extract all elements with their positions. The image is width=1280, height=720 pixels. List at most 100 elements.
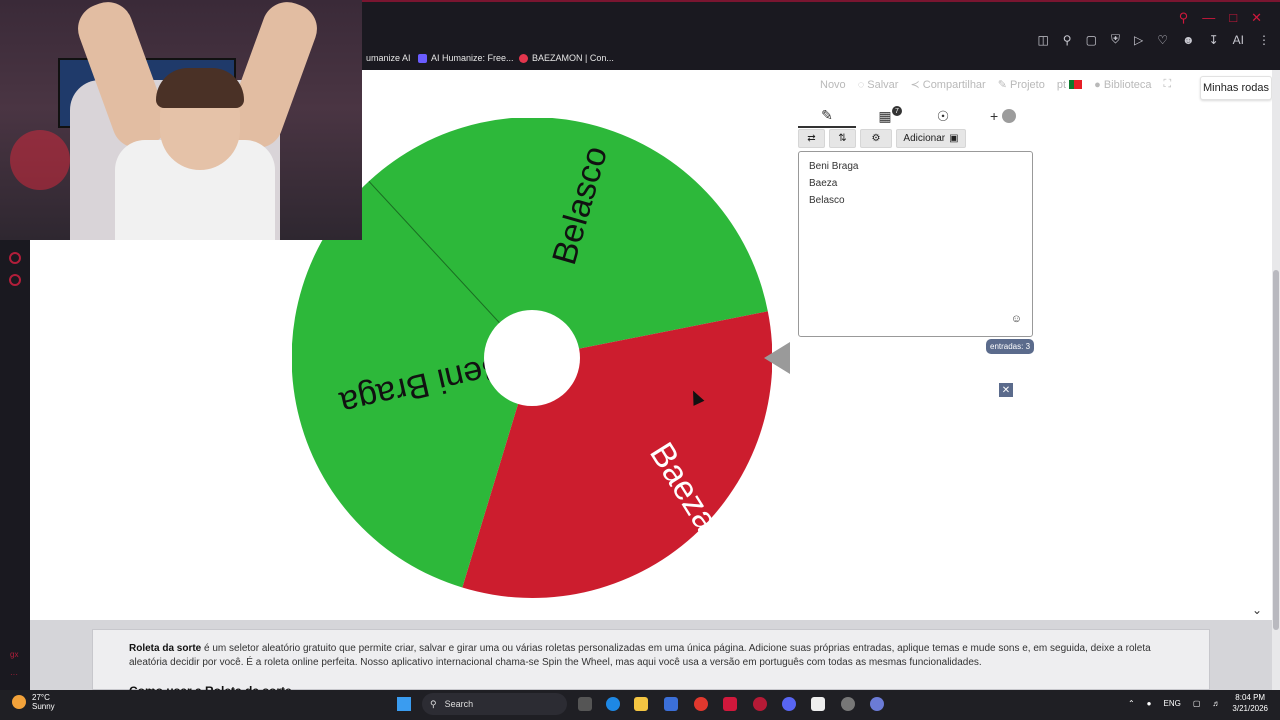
menu-icon[interactable]: ⋮ (1258, 33, 1270, 47)
file-explorer-icon[interactable] (634, 697, 648, 711)
gx-icon[interactable]: gx (10, 650, 18, 659)
ai-button[interactable]: AI (1233, 33, 1244, 47)
entry-line: Belasco (809, 195, 845, 206)
app-icon[interactable] (723, 697, 737, 711)
system-tray: ⌃ ● ENG ▢ ♬ 8:04 PM 3/21/2026 (1128, 692, 1268, 714)
baezamon-icon (519, 53, 528, 63)
project-link[interactable]: ✎ Projeto (998, 78, 1045, 91)
spin-wheel[interactable]: Belasco Baeza Beni Braga (292, 118, 772, 598)
sidebar-toggle-icon[interactable]: ◫ (1037, 33, 1048, 47)
play-icon[interactable]: ▷ (1134, 33, 1143, 47)
close-icon[interactable]: ✕ (1251, 10, 1262, 26)
edge-icon[interactable] (606, 697, 620, 711)
pin-icon[interactable]: ⚲ (1063, 33, 1072, 47)
results-badge: 7 (892, 106, 902, 116)
search-icon[interactable]: ⚲ (1179, 10, 1189, 26)
mic-icon[interactable]: ● (1147, 699, 1152, 708)
chrome-icon[interactable] (694, 697, 708, 711)
volume-icon[interactable]: ♬ (1212, 699, 1220, 708)
project-label: Projeto (1010, 79, 1045, 91)
windows-start-icon[interactable] (397, 697, 411, 711)
entry-line: Beni Braga (809, 161, 859, 172)
humanize-icon (418, 53, 427, 63)
language-select[interactable]: pt (1056, 78, 1083, 91)
chevron-down-icon[interactable]: ⌄ (1252, 603, 1262, 617)
heart-icon[interactable]: ♡ (1157, 33, 1168, 47)
shield-icon[interactable]: ⛨ (1111, 32, 1120, 47)
bookmark-item[interactable]: AI Humanize: Free... (418, 53, 514, 63)
wheel-pointer (764, 342, 790, 374)
maximize-icon[interactable]: □ (1229, 10, 1237, 26)
discord-icon[interactable] (782, 697, 796, 711)
scrollbar-thumb[interactable] (1273, 270, 1279, 630)
tab-add-wheel[interactable]: + (974, 104, 1032, 128)
tab-hidden[interactable]: ☉ (914, 104, 972, 128)
library-link[interactable]: ● Biblioteca (1094, 79, 1151, 91)
capcut-icon[interactable] (811, 697, 825, 711)
pencil-icon: ✎ (821, 106, 833, 123)
opera-gx-icon[interactable] (753, 697, 767, 711)
browser-toolbar: ◫ ⚲ ▢ ⛨ ▷ ♡ ☻ ↧ AI ⋮ (1037, 32, 1270, 47)
profile-icon[interactable]: ☻ (1182, 33, 1195, 47)
taskbar-search[interactable]: ⚲ Search (422, 693, 567, 715)
shuffle-button[interactable]: ⇄ (798, 129, 825, 148)
tab-edit[interactable]: ✎ (798, 104, 856, 128)
bookmark-label: umanize AI (366, 53, 411, 63)
download-icon[interactable]: ↧ (1209, 33, 1219, 47)
save-link[interactable]: ◌ Salvar (858, 79, 899, 91)
chevron-up-icon[interactable]: ⌃ (1128, 699, 1135, 708)
bookmark-item[interactable]: umanize AI (366, 53, 411, 63)
wheel-center[interactable] (484, 310, 580, 406)
clipboard-icon: ▦ (878, 107, 892, 124)
network-icon[interactable]: ▢ (1193, 699, 1201, 708)
close-icon[interactable]: ✕ (999, 383, 1013, 397)
webcam-light (10, 130, 70, 190)
editor-tabs: ✎ ▦ 7 ☉ + (798, 104, 1028, 130)
my-wheels-button[interactable]: Minhas rodas (1200, 76, 1272, 100)
entries-textarea[interactable]: Beni Braga Baeza Belasco ☺ (798, 151, 1033, 337)
keyboard-language[interactable]: ENG (1164, 699, 1181, 708)
steam-icon[interactable] (841, 697, 855, 711)
add-image-label: Adicionar (903, 133, 946, 144)
weather-temp: 27°C (32, 693, 50, 702)
clock-time: 8:04 PM (1235, 693, 1266, 702)
weather-widget[interactable]: 27°C Sunny (12, 693, 55, 711)
clock[interactable]: 8:04 PM 3/21/2026 (1232, 692, 1268, 714)
description-text: é um seletor aleatório gratuito que perm… (129, 643, 1151, 668)
library-label: Biblioteca (1103, 78, 1152, 91)
tab-results[interactable]: ▦ 7 (856, 104, 914, 128)
sun-icon (12, 695, 26, 709)
clock-date: 3/21/2026 (1232, 704, 1268, 713)
minimize-icon[interactable]: — (1202, 10, 1215, 26)
more-icon[interactable]: ··· (10, 670, 18, 679)
entry-line: Baeza (809, 178, 838, 189)
share-label: Compartilhar (922, 79, 986, 91)
webcam-overlay (0, 0, 362, 240)
sort-button[interactable]: ⇅ (829, 129, 856, 148)
sidebar-app-icon[interactable] (9, 252, 21, 264)
store-icon[interactable] (664, 697, 678, 711)
search-icon: ⚲ (430, 698, 437, 709)
share-link[interactable]: ≺ Compartilhar (910, 78, 985, 91)
image-icon: ▣ (949, 133, 959, 144)
save-label: Salvar (867, 78, 899, 91)
add-image-button[interactable]: Adicionar ▣ (896, 129, 966, 148)
obs-icon[interactable] (870, 697, 884, 711)
screenshot-icon[interactable]: ▢ (1086, 33, 1097, 47)
fullscreen-icon[interactable]: ⛶ (1164, 78, 1172, 91)
bookmark-item[interactable]: BAEZAMON | Con... (519, 53, 614, 63)
settings-icon[interactable] (9, 274, 21, 286)
task-view-icon[interactable] (578, 697, 592, 711)
top-nav: Novo ◌ Salvar ≺ Compartilhar ✎ Projeto p… (820, 78, 1171, 91)
windows-taskbar: 27°C Sunny ⚲ Search ⌃ ● ENG ▢ ♬ 8:04 PM … (0, 690, 1280, 720)
language-label: pt (1056, 78, 1067, 91)
search-label: Search (444, 699, 474, 709)
emoji-icon[interactable]: ☺ (1011, 311, 1022, 328)
new-link[interactable]: Novo (820, 79, 846, 91)
window-controls: ⚲ — □ ✕ (1179, 10, 1262, 26)
description-section: Roleta da sorte é um seletor aleatório g… (30, 620, 1272, 698)
settings-button[interactable]: ⚙ (860, 129, 892, 148)
page-scrollbar[interactable] (1272, 70, 1280, 690)
gear-icon: ⚙ (871, 133, 881, 144)
plus-icon: + (989, 108, 999, 124)
